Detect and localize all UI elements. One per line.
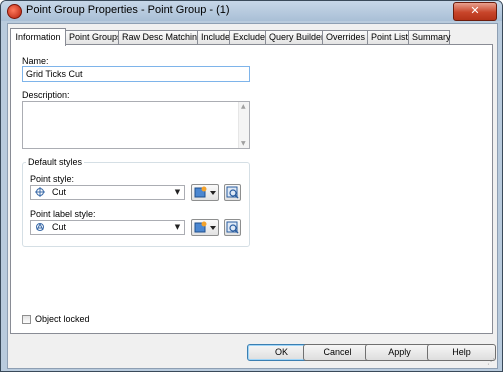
point-style-edit-button[interactable] xyxy=(191,184,219,201)
object-locked-label: Object locked xyxy=(35,314,90,324)
point-style-preview-button[interactable] xyxy=(224,184,241,201)
cancel-button[interactable]: Cancel xyxy=(303,344,372,361)
style-preview-icon xyxy=(226,186,239,199)
tab-raw-desc-matching[interactable]: Raw Desc Matching xyxy=(118,30,202,44)
apply-button[interactable]: Apply xyxy=(365,344,434,361)
style-edit-icon xyxy=(194,186,216,198)
scroll-up-icon[interactable]: ▲ xyxy=(241,103,246,110)
information-panel: Name: Grid Ticks Cut Description: ▲ ▼ De… xyxy=(10,44,493,334)
close-button[interactable]: ✕ xyxy=(453,2,497,21)
description-scrollbar[interactable]: ▲ ▼ xyxy=(238,102,249,148)
style-preview-icon xyxy=(226,221,239,234)
label-style-icon xyxy=(36,222,44,231)
scroll-down-icon[interactable]: ▼ xyxy=(241,140,246,147)
point-label-style-edit-button[interactable] xyxy=(191,219,219,236)
object-locked-checkbox[interactable] xyxy=(22,315,31,324)
app-icon xyxy=(7,4,22,19)
point-label-style-select[interactable]: Cut ▼ xyxy=(30,220,185,235)
tab-summary[interactable]: Summary xyxy=(408,30,451,44)
help-button[interactable]: Help xyxy=(427,344,496,361)
default-styles-heading: Default styles xyxy=(26,157,85,167)
tab-exclude[interactable]: Exclude xyxy=(229,30,266,44)
point-label-style-label: Point label style: xyxy=(30,209,96,219)
name-label: Name: xyxy=(22,56,49,66)
description-input[interactable]: ▲ ▼ xyxy=(22,101,250,149)
dialog-window: Point Group Properties - Point Group - (… xyxy=(0,0,503,372)
tab-point-list[interactable]: Point List xyxy=(367,30,409,44)
window-title: Point Group Properties - Point Group - (… xyxy=(26,4,230,16)
point-style-select[interactable]: Cut ▼ xyxy=(30,185,185,200)
chevron-down-icon[interactable]: ▼ xyxy=(172,187,183,198)
tab-include[interactable]: Include xyxy=(197,30,230,44)
point-style-icon xyxy=(35,187,45,197)
tab-point-groups[interactable]: Point Groups xyxy=(65,30,122,44)
description-label: Description: xyxy=(22,90,70,100)
title-bar[interactable]: Point Group Properties - Point Group - (… xyxy=(1,1,502,21)
tab-query-builder[interactable]: Query Builder xyxy=(265,30,324,44)
style-edit-icon xyxy=(194,221,216,233)
point-label-style-preview-button[interactable] xyxy=(224,219,241,236)
name-input[interactable]: Grid Ticks Cut xyxy=(22,66,250,82)
point-label-style-value: Cut xyxy=(52,222,67,232)
point-style-value: Cut xyxy=(52,187,67,197)
point-style-label: Point style: xyxy=(30,174,75,184)
dialog-client-area: Information Point Groups Raw Desc Matchi… xyxy=(7,23,498,369)
chevron-down-icon[interactable]: ▼ xyxy=(172,222,183,233)
tab-information[interactable]: Information xyxy=(10,28,66,46)
resize-grip-icon[interactable]: ⋰ xyxy=(487,358,495,366)
tab-overrides[interactable]: Overrides xyxy=(322,30,368,44)
